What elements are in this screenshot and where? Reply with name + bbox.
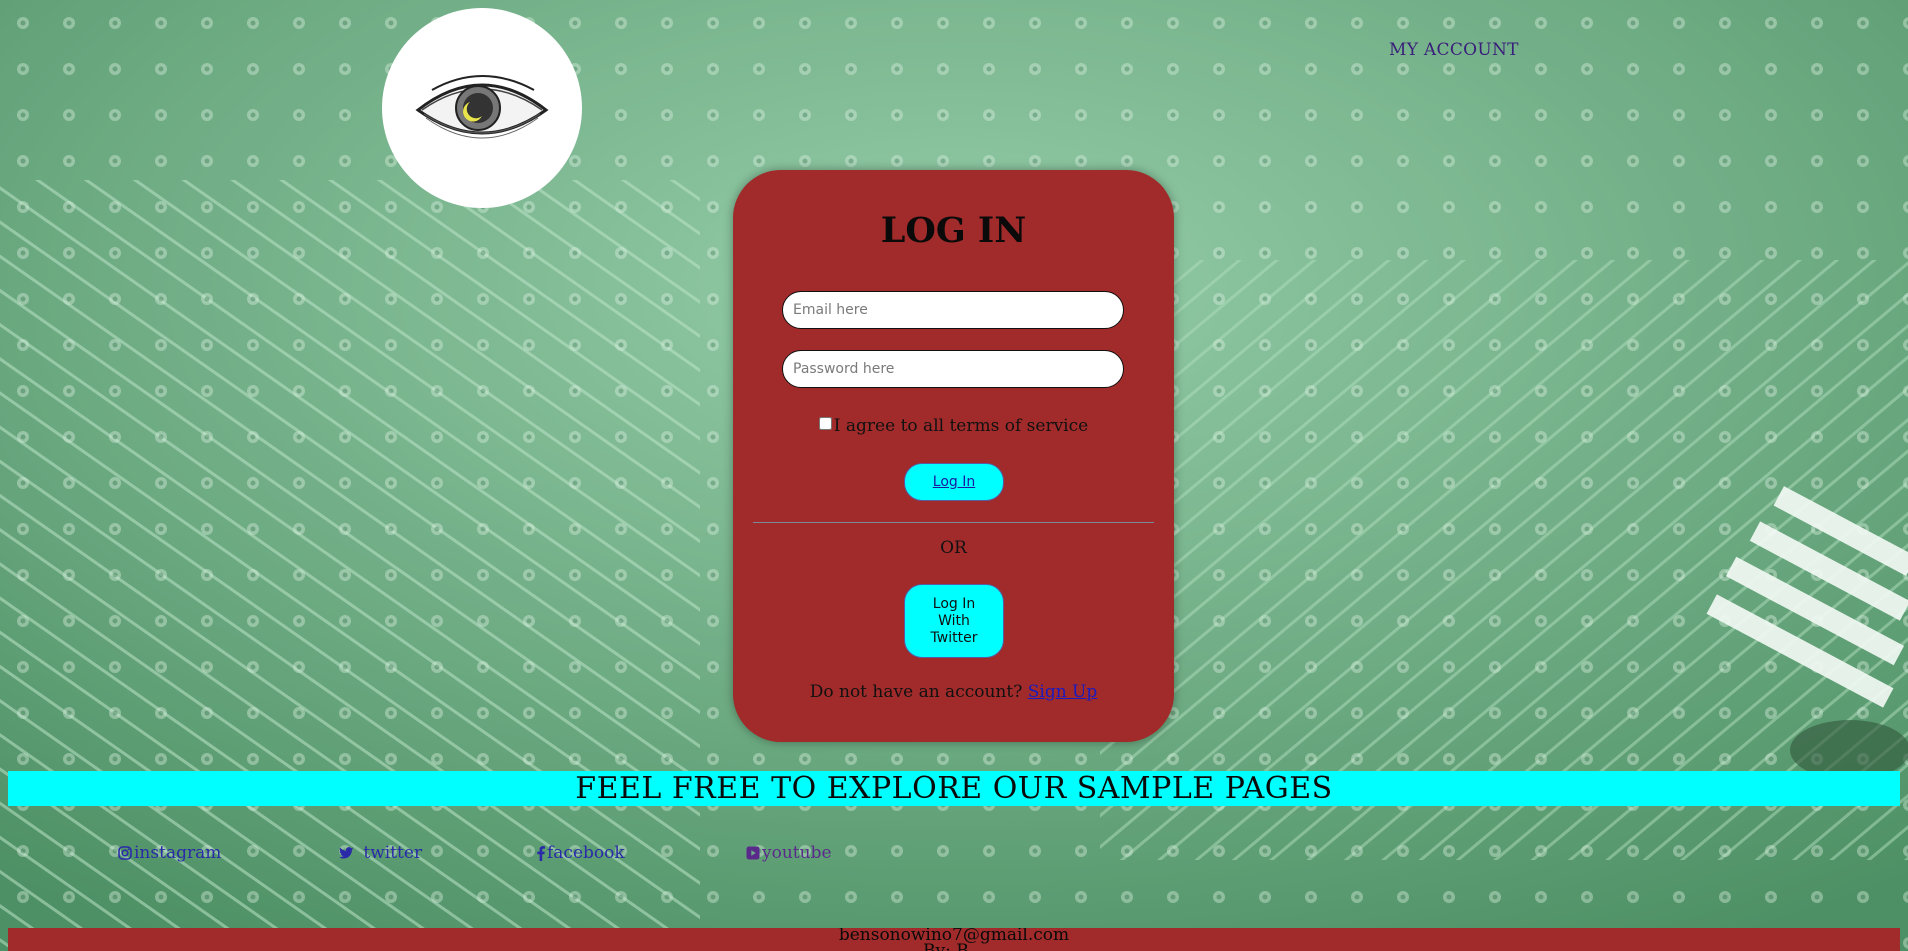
login-card: LOG IN I agree to all terms of service L…: [733, 170, 1174, 742]
terms-checkbox[interactable]: [818, 417, 832, 430]
instagram-icon: [117, 846, 132, 861]
login-button[interactable]: Log In: [904, 463, 1004, 501]
instagram-label: instagram: [134, 843, 222, 863]
instagram-link[interactable]: instagram: [117, 843, 221, 863]
eye-icon: [415, 75, 549, 139]
login-title: LOG IN: [880, 210, 1027, 251]
youtube-icon: [745, 846, 760, 861]
signup-row: Do not have an account? Sign Up: [733, 682, 1174, 702]
footer: bensonowino7@gmail.com By: B...: [8, 928, 1900, 951]
my-account-link[interactable]: MY ACCOUNT: [1389, 40, 1519, 60]
or-separator: OR: [940, 538, 967, 558]
password-input[interactable]: [782, 350, 1124, 388]
explore-banner: FEEL FREE TO EXPLORE OUR SAMPLE PAGES: [8, 771, 1900, 806]
twitter-link[interactable]: twitter: [339, 843, 422, 863]
youtube-link[interactable]: youtube: [745, 843, 832, 863]
signup-link[interactable]: Sign Up: [1028, 682, 1098, 702]
facebook-link[interactable]: facebook: [537, 843, 625, 863]
youtube-label: youtube: [762, 843, 832, 863]
email-input[interactable]: [782, 291, 1124, 329]
facebook-label: facebook: [547, 843, 625, 863]
twitter-icon: [339, 846, 354, 861]
signup-prompt: Do not have an account?: [809, 682, 1023, 702]
divider: [753, 522, 1154, 523]
terms-label: I agree to all terms of service: [833, 416, 1089, 436]
terms-row: I agree to all terms of service: [733, 416, 1174, 436]
footer-byline: By: B...: [923, 941, 985, 951]
twitter-label: twitter: [363, 843, 423, 863]
twitter-login-button[interactable]: Log In With Twitter: [904, 584, 1004, 658]
facebook-icon: [537, 845, 545, 861]
eye-logo: [382, 8, 582, 208]
